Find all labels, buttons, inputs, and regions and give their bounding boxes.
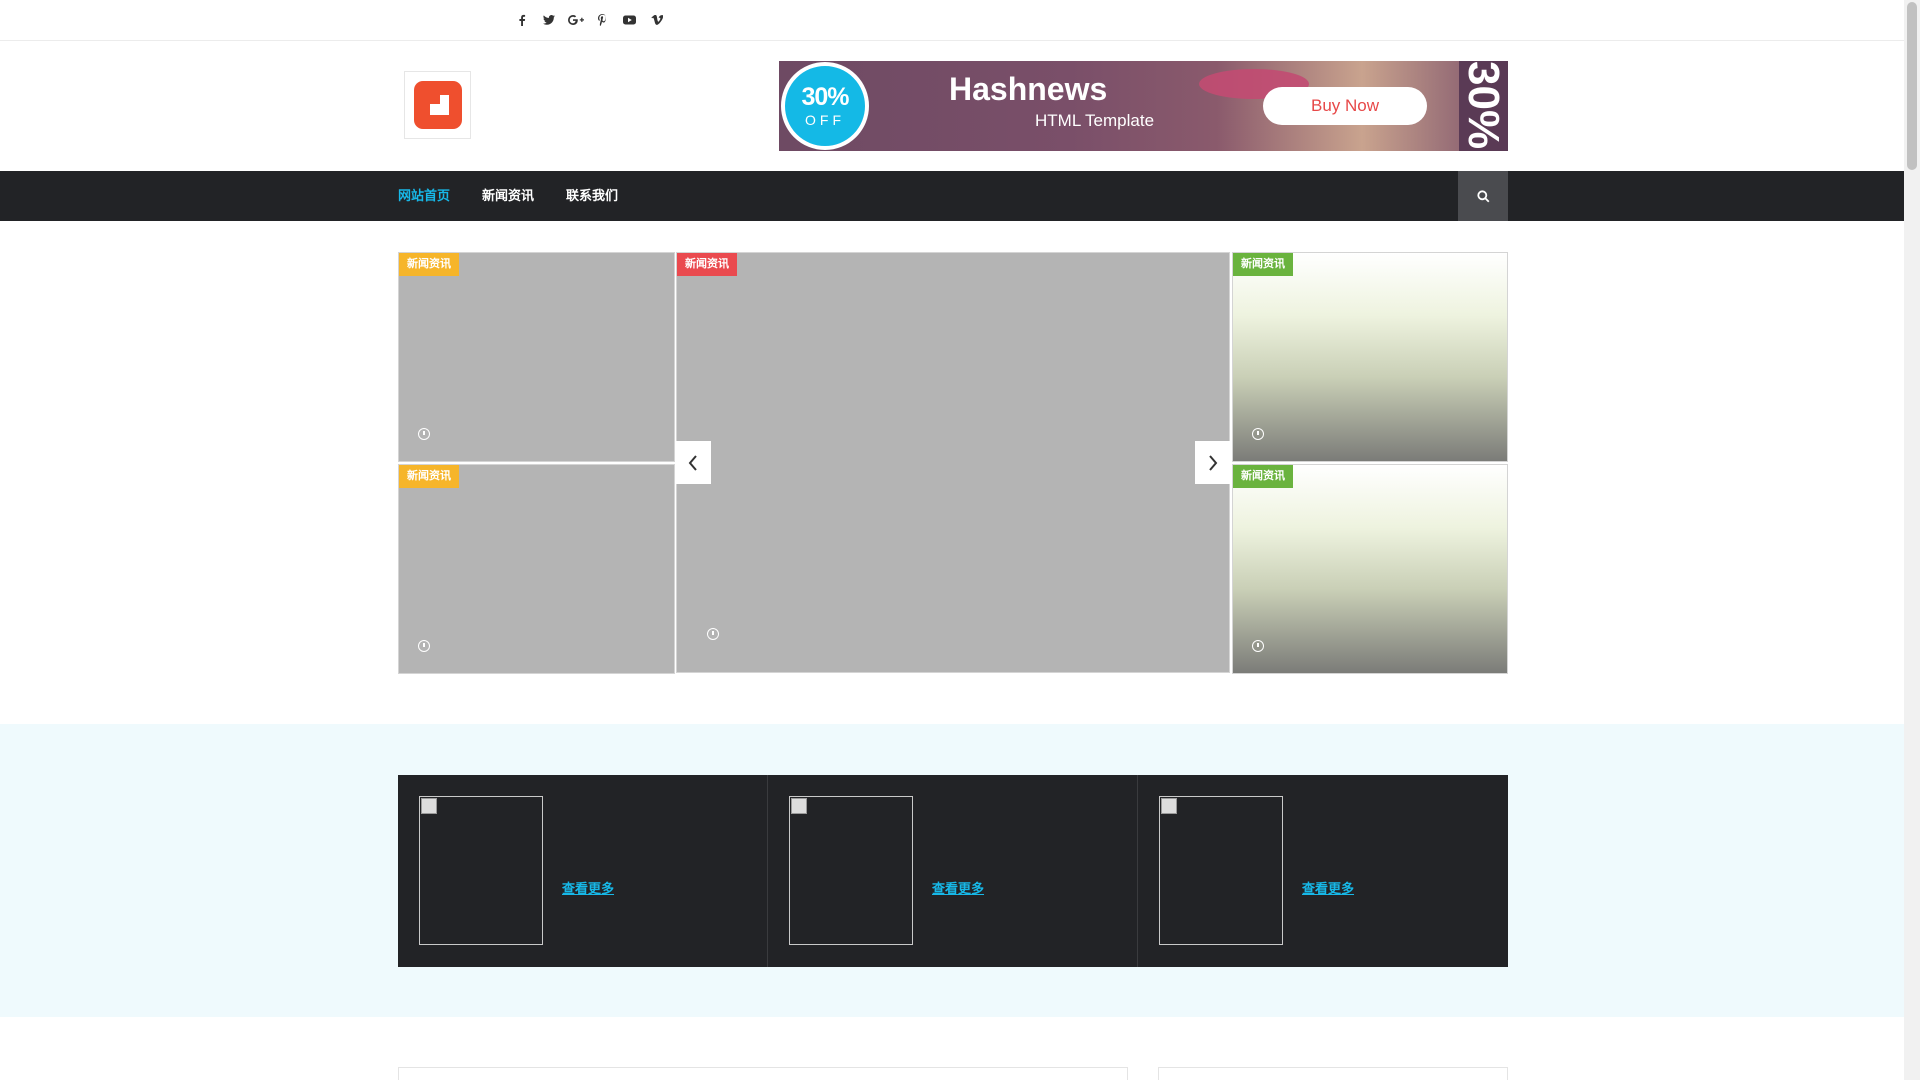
category-badge[interactable]: 新闻资讯 (1233, 253, 1293, 276)
banner-title: Hashnews (949, 71, 1108, 107)
top-bar (0, 0, 1904, 41)
category-badge[interactable]: 新闻资讯 (399, 465, 459, 488)
pinterest-icon[interactable] (589, 12, 616, 28)
card-thumbnail[interactable] (789, 796, 913, 945)
main-nav: 网站首页 新闻资讯 联系我们 (0, 171, 1904, 221)
scrollbar-thumb[interactable] (1907, 2, 1917, 170)
featured-card-3: 查看更多 (1138, 775, 1508, 967)
social-links (508, 12, 670, 28)
sidebar-box (1158, 1067, 1508, 1080)
read-more-link[interactable]: 查看更多 (1302, 878, 1354, 897)
category-badge[interactable]: 新闻资讯 (399, 253, 459, 276)
content-box (398, 1067, 1128, 1080)
vimeo-icon[interactable] (643, 12, 670, 28)
scrollbar[interactable] (1904, 0, 1920, 1080)
card-thumbnail[interactable] (419, 796, 543, 945)
clock-icon (707, 628, 719, 640)
featured-cards: 查看更多 查看更多 查看更多 (398, 775, 1508, 967)
page: 30% OFF Hashnews HTML Template Buy Now 3… (0, 0, 1904, 1080)
search-icon (1476, 189, 1489, 202)
banner-ad[interactable]: 30% OFF Hashnews HTML Template Buy Now 3… (779, 61, 1508, 151)
nav-item-news[interactable]: 新闻资讯 (482, 171, 534, 221)
clock-icon (418, 640, 430, 652)
clock-icon (1252, 640, 1264, 652)
banner-subtitle: HTML Template (1035, 111, 1155, 130)
clock-icon (418, 428, 430, 440)
site-logo[interactable] (404, 71, 471, 139)
card-thumbnail[interactable] (1159, 796, 1283, 945)
read-more-link[interactable]: 查看更多 (932, 878, 984, 897)
chevron-left-icon (688, 454, 697, 471)
nav-item-contact[interactable]: 联系我们 (566, 171, 618, 221)
search-button[interactable] (1458, 171, 1508, 221)
category-badge[interactable]: 新闻资讯 (677, 253, 737, 276)
chevron-right-icon (1209, 454, 1218, 471)
youtube-icon[interactable] (616, 12, 643, 28)
news-tile-1[interactable]: 新闻资讯 (398, 252, 675, 462)
featured-card-2: 查看更多 (768, 775, 1138, 967)
nav-item-home[interactable]: 网站首页 (398, 171, 450, 221)
news-tile-4[interactable]: 新闻资讯 (1232, 464, 1508, 674)
facebook-icon[interactable] (508, 12, 535, 28)
category-badge[interactable]: 新闻资讯 (1233, 465, 1293, 488)
slider-prev-button[interactable] (675, 441, 711, 484)
google-plus-icon[interactable] (562, 12, 589, 28)
discount-percent: 30% (801, 83, 849, 111)
discount-word: OFF (805, 112, 845, 128)
featured-card-1: 查看更多 (398, 775, 768, 967)
logo-icon (413, 81, 462, 129)
read-more-link[interactable]: 查看更多 (562, 878, 614, 897)
news-tile-main[interactable]: 新闻资讯 (676, 252, 1230, 673)
news-tile-2[interactable]: 新闻资讯 (398, 464, 675, 674)
news-tile-3[interactable]: 新闻资讯 (1232, 252, 1508, 462)
clock-icon (1252, 428, 1264, 440)
discount-badge: 30% OFF (781, 62, 869, 150)
twitter-icon[interactable] (535, 12, 562, 28)
buy-now-button[interactable]: Buy Now (1263, 87, 1427, 125)
banner-side-text: 30% (1459, 61, 1508, 151)
slider-next-button[interactable] (1195, 441, 1231, 484)
